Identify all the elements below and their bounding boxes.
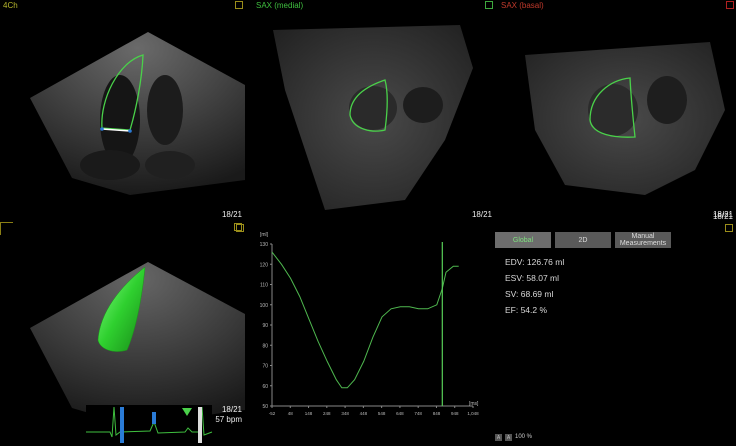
frame-counter: 18/21 bbox=[221, 210, 242, 219]
echo-image-sax-basal bbox=[525, 42, 725, 195]
y-tick-label: 130 bbox=[260, 242, 269, 248]
y-axis-label: [ml] bbox=[260, 232, 269, 238]
x-tick-label: 348 bbox=[341, 411, 349, 416]
volume-curve-line bbox=[271, 251, 459, 389]
sv-value: SV: 68.69 ml bbox=[505, 289, 554, 299]
y-tick-label: 90 bbox=[262, 323, 268, 329]
y-tick-label: 100 bbox=[260, 303, 269, 309]
x-tick-label: -52 bbox=[269, 411, 276, 416]
y-tick-label: 80 bbox=[262, 343, 268, 349]
measurements-panel: Global 2D Manual Measurements EDV: 126.7… bbox=[495, 222, 736, 446]
x-axis-label: [ms] bbox=[469, 401, 479, 407]
zoom-out-button[interactable]: A bbox=[495, 434, 502, 441]
volume-3d-view[interactable]: 18/21 57 bpm bbox=[0, 222, 245, 446]
x-tick-label: 248 bbox=[323, 411, 331, 416]
x-tick-label: 848 bbox=[433, 411, 441, 416]
ef-value: EF: 54.2 % bbox=[505, 305, 548, 315]
y-tick-label: 120 bbox=[260, 262, 269, 268]
x-tick-label: 648 bbox=[396, 411, 404, 416]
esv-value: ESV: 58.07 ml bbox=[505, 273, 560, 283]
frame-counter: 18/21 bbox=[712, 212, 733, 221]
x-tick-label: 48 bbox=[288, 411, 294, 416]
sax-medial-view[interactable]: SAX (medial) 18/21 bbox=[245, 0, 495, 222]
tab-2d[interactable]: 2D bbox=[555, 232, 611, 248]
volume-time-chart[interactable]: [ml] [ms] 130 120 110 100 90 80 70 60 50-52 48 148 24… bbox=[245, 222, 495, 446]
view-select-checkbox[interactable] bbox=[725, 224, 733, 232]
ecg-trace bbox=[86, 405, 213, 446]
volume-curve-panel: [ml] [ms] 130 120 110 100 90 80 70 60 50 -52 48 148 24… bbox=[245, 222, 495, 446]
zoom-level: 100 % bbox=[515, 434, 533, 440]
frame-counter: 18/21 bbox=[471, 210, 492, 219]
four-chamber-view[interactable]: 4Ch 18/21 bbox=[0, 0, 245, 222]
sax-basal-view[interactable]: SAX (basal) 18/21 bbox=[495, 0, 736, 222]
zoom-in-button[interactable]: A bbox=[505, 434, 512, 441]
echo-image-sax-medial bbox=[273, 25, 473, 210]
y-tick-label: 110 bbox=[260, 283, 268, 289]
frame-corner bbox=[0, 222, 13, 235]
tab-manual-measurements[interactable]: Manual Measurements bbox=[615, 232, 671, 248]
x-tick-label: 448 bbox=[360, 411, 368, 416]
x-tick-label: 948 bbox=[451, 411, 459, 416]
x-tick-label: 748 bbox=[414, 411, 422, 416]
tab-global[interactable]: Global bbox=[495, 232, 551, 248]
echo-image-4ch bbox=[30, 32, 245, 195]
view-select-checkbox[interactable] bbox=[236, 224, 244, 232]
x-tick-label: 1,048 bbox=[467, 411, 479, 416]
y-tick-label: 50 bbox=[262, 404, 268, 410]
edv-value: EDV: 126.76 ml bbox=[505, 257, 565, 267]
y-tick-label: 70 bbox=[262, 364, 268, 370]
x-tick-label: 148 bbox=[305, 411, 313, 416]
y-tick-label: 60 bbox=[262, 384, 268, 390]
x-tick-label: 548 bbox=[378, 411, 386, 416]
